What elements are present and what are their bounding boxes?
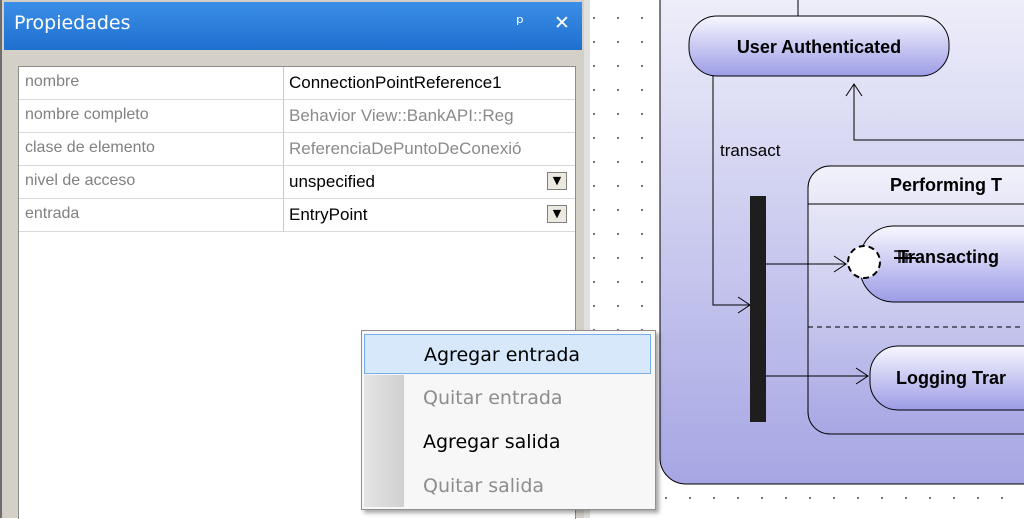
fork-bar[interactable] [750,196,766,422]
context-menu: Agregar entrada Quitar entrada Agregar s… [361,330,656,510]
property-value[interactable]: EntryPoint [289,205,539,225]
menu-item-label: Agregar entrada [424,344,581,366]
menu-item-label: Agregar salida [423,431,561,453]
dropdown-arrow-icon[interactable]: ▼ [547,172,567,190]
transition-label: transact [720,141,781,160]
menu-item-quitar-salida[interactable]: Quitar salida [364,466,651,506]
property-value[interactable]: ConnectionPointReference1 [289,73,569,93]
property-row-nombre-completo[interactable]: nombre completo Behavior View::BankAPI::… [19,100,575,133]
menu-item-agregar-entrada[interactable]: Agregar entrada [364,334,651,374]
property-name: entrada [25,205,80,222]
panel-title: Propiedades [14,12,131,34]
state-logging-label: Logging Trar [896,368,1006,388]
property-name: nombre completo [25,106,149,123]
dropdown-arrow-icon[interactable]: ▼ [547,205,567,223]
menu-item-agregar-salida[interactable]: Agregar salida [364,422,651,462]
state-performing-title: Performing T [890,175,1002,195]
property-name: clase de elemento [25,139,155,156]
close-icon[interactable]: ✕ [554,12,570,34]
property-value: Behavior View::BankAPI::Reg [289,106,514,125]
menu-item-label: Quitar salida [423,475,545,497]
property-row-nombre[interactable]: nombre ConnectionPointReference1 [19,67,575,100]
state-user-authenticated-label: User Authenticated [737,37,901,57]
menu-item-quitar-entrada[interactable]: Quitar entrada [364,378,651,418]
property-row-entrada[interactable]: entrada EntryPoint ▼ [19,199,575,232]
property-name: nombre [25,73,80,90]
property-row-nivel-de-acceso[interactable]: nivel de acceso unspecified ▼ [19,166,575,199]
connection-point-reference[interactable] [847,245,881,279]
property-row-clase-de-elemento[interactable]: clase de elemento ReferenciaDePuntoDeCon… [19,133,575,166]
property-name: nivel de acceso [25,172,136,189]
pin-icon[interactable]: ᵖ [516,12,524,34]
menu-item-label: Quitar entrada [423,387,563,409]
panel-title-bar: Propiedades ᵖ ✕ [4,2,582,50]
property-value[interactable]: unspecified [289,172,539,192]
property-value: ReferenciaDePuntoDeConexió [289,139,522,158]
